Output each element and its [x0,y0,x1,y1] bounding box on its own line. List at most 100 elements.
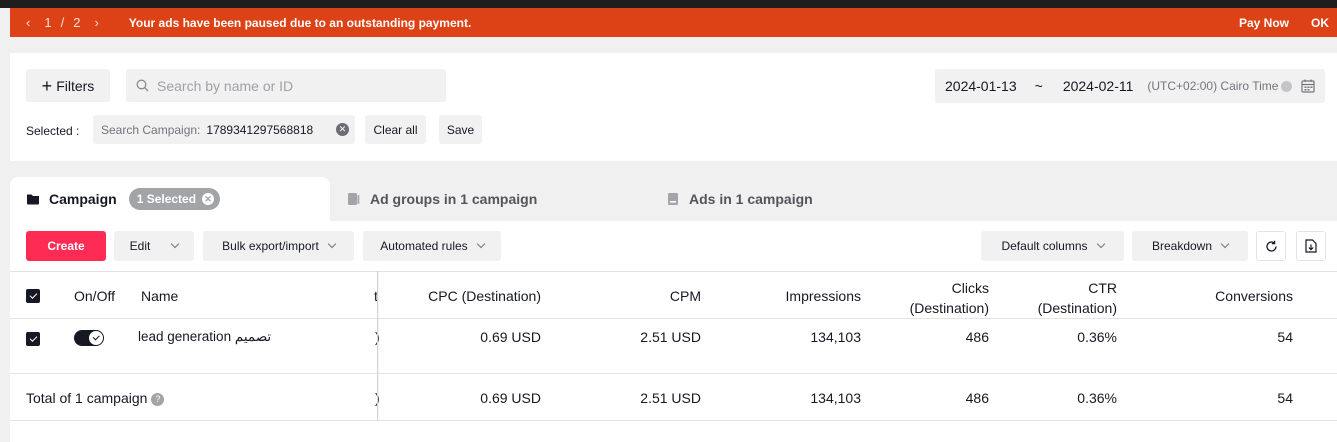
row-conversions: 54 [1277,329,1293,345]
save-filter-button[interactable]: Save [439,115,482,144]
selected-badge: 1 Selected ✕ [128,188,221,210]
refresh-button[interactable] [1256,231,1286,261]
date-start: 2024-01-13 [945,78,1017,94]
breakdown-dropdown[interactable]: Breakdown [1132,231,1248,261]
bulk-dropdown-label: Bulk export/import [222,239,319,253]
tab-campaign-label: Campaign [49,191,117,207]
header-impressions[interactable]: Impressions [750,288,861,304]
row-cpm: 2.51 USD [640,329,701,345]
alert-page-total: 2 [73,15,81,30]
alert-page-sep: / [60,15,65,30]
chevron-down-icon [327,239,337,249]
toggle-knob [89,331,103,345]
folder-icon [27,194,39,205]
alert-pager: ‹ 1 / 2 › [10,15,99,30]
automated-rules-dropdown[interactable]: Automated rules [363,231,501,261]
edit-dropdown[interactable]: Edit [114,231,194,261]
alert-page-current: 1 [44,15,52,30]
breakdown-dropdown-label: Breakdown [1151,239,1213,253]
filter-chip-key: Search Campaign: [101,122,201,137]
total-clicks: 486 [965,390,989,406]
header-ctr-line2: (Destination) [1037,300,1117,316]
table-row: lead generation تصميم ) 0.69 USD 2.51 US… [10,319,1337,374]
selected-label: Selected : [26,124,80,138]
chevron-down-icon [1096,239,1105,249]
download-button[interactable] [1296,231,1326,261]
filter-chip[interactable]: Search Campaign: 1789341297568818 ✕ [93,115,355,144]
campaign-on-off-toggle[interactable] [74,330,104,346]
tab-ads[interactable]: Ads in 1 campaign [667,177,813,221]
edit-dropdown-label: Edit [129,239,151,253]
filter-panel: + Filters 2024-01-13 ~ 2024-02-11 (UTC+0… [10,53,1337,161]
chevron-down-icon [1220,239,1230,249]
date-end: 2024-02-11 [1062,78,1134,94]
date-range-picker[interactable]: 2024-01-13 ~ 2024-02-11 (UTC+02:00) Cair… [935,69,1325,103]
help-icon[interactable]: ? [151,393,165,406]
alert-message: Your ads have been paused due to an outs… [128,15,472,30]
header-clicks-line2: (Destination) [909,300,989,316]
header-ctr-line1: CTR [1088,280,1117,296]
tab-ad-groups[interactable]: Ad groups in 1 campaign [347,177,537,221]
total-cpc: 0.69 USD [480,390,541,406]
header-ctr[interactable]: CTR (Destination) [1010,278,1117,318]
tab-ad-groups-label: Ad groups in 1 campaign [370,191,538,207]
selected-badge-label: 1 Selected [136,192,197,206]
header-cpm[interactable]: CPM [590,288,701,304]
tab-campaign[interactable]: Campaign 1 Selected ✕ [10,177,330,221]
header-clicks-line1: Clicks [951,280,989,296]
default-columns-dropdown[interactable]: Default columns [981,231,1124,261]
download-icon [1305,239,1317,253]
total-conversions: 54 [1277,390,1293,406]
total-impressions: 134,103 [810,390,861,406]
header-on-off: On/Off [74,288,115,304]
plus-icon: + [41,75,53,96]
rules-dropdown-label: Automated rules [380,239,468,253]
total-label-text: Total of 1 campaign [26,390,148,406]
tab-ads-label: Ads in 1 campaign [689,191,813,207]
chevron-down-icon [171,239,180,249]
payment-alert-banner: ‹ 1 / 2 › Your ads have been paused due … [10,8,1337,37]
alert-ok-link[interactable]: OK [1311,16,1329,30]
alert-page-indicator: 1 / 2 [44,15,80,30]
level-tabs: Campaign 1 Selected ✕ Ad groups in 1 cam… [10,177,1337,221]
filters-button[interactable]: + Filters [26,69,110,102]
header-cpc[interactable]: CPC (Destination) [410,288,541,304]
columns-dropdown-label: Default columns [1001,239,1088,253]
header-clicks[interactable]: Clicks (Destination) [880,278,989,318]
row-checkbox[interactable] [26,332,40,346]
ad-group-icon [348,193,360,205]
chevron-down-icon [476,239,485,249]
search-box [126,69,446,102]
close-icon[interactable]: ✕ [336,123,349,136]
bulk-export-import-dropdown[interactable]: Bulk export/import [203,231,354,261]
create-button-label: Create [47,239,85,253]
info-icon [1281,80,1293,92]
ad-icon [668,193,678,205]
create-button[interactable]: Create [26,231,106,261]
clear-selection-icon[interactable]: ✕ [202,193,215,205]
select-all-checkbox[interactable] [26,289,40,303]
table-total-row: Total of 1 campaign? ) 0.69 USD 2.51 USD… [10,374,1337,421]
filters-button-label: Filters [56,77,95,94]
row-impressions: 134,103 [810,329,861,345]
header-conversions[interactable]: Conversions [1150,288,1293,304]
campaign-table-panel: Create Edit Bulk export/import Automated… [10,221,1337,442]
total-ctr: 0.36% [1077,390,1117,406]
date-separator: ~ [1034,78,1043,94]
pay-now-link[interactable]: Pay Now [1239,16,1289,30]
table-header: On/Off Name t CPC (Destination) CPM Impr… [10,271,1337,319]
chevron-left-icon[interactable]: ‹ [26,15,30,30]
campaign-name-link[interactable]: lead generation تصميم [138,329,271,345]
refresh-icon [1265,240,1277,252]
chevron-right-icon[interactable]: › [94,15,98,30]
timezone-label: (UTC+02:00) Cairo Time [1147,79,1279,93]
calendar-icon [1301,79,1315,93]
search-input[interactable] [157,77,437,94]
header-name[interactable]: Name [141,288,178,304]
filter-chip-value: 1789341297568818 [206,122,314,137]
row-ctr: 0.36% [1077,329,1117,345]
total-label: Total of 1 campaign? [26,390,165,406]
clear-all-button[interactable]: Clear all [365,115,426,144]
window-top-strip [0,0,1337,8]
total-cpm: 2.51 USD [640,390,701,406]
